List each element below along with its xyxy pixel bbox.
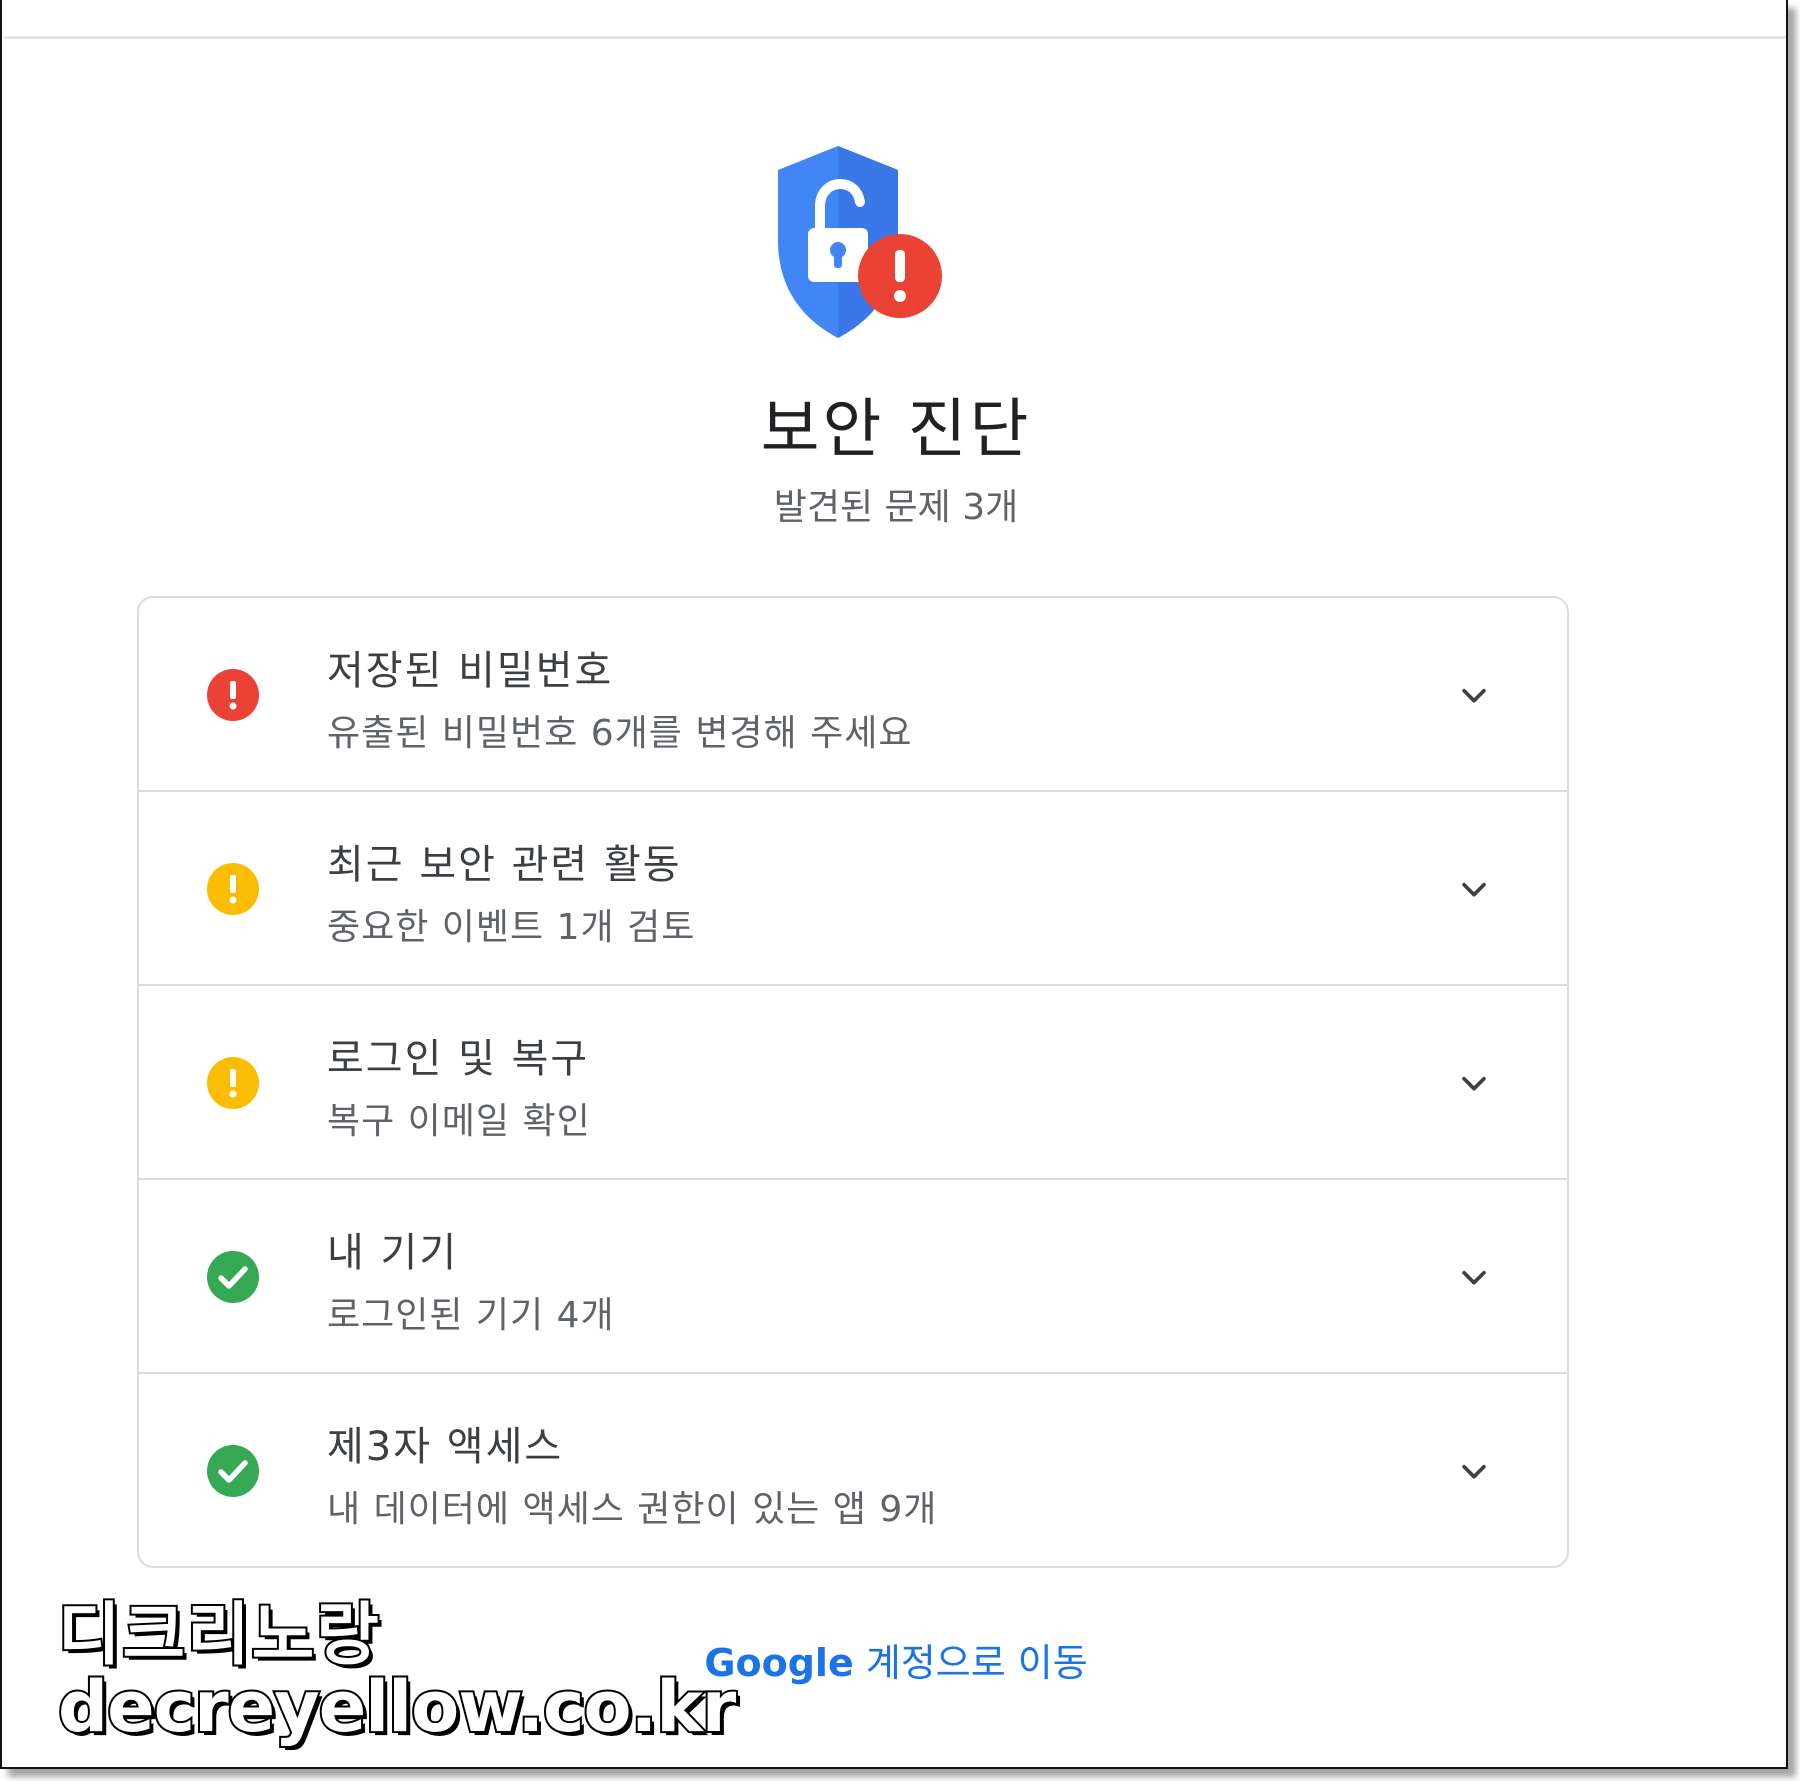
checkup-list: 저장된 비밀번호 유출된 비밀번호 6개를 변경해 주세요 최근 보안 관련 활… [137,596,1569,1568]
item-subtitle: 로그인된 기기 4개 [327,1295,615,1336]
watermark-url: decreyellow.co.kr [56,1666,738,1749]
chevron-down-icon[interactable] [1457,1260,1491,1294]
chevron-down-icon[interactable] [1457,1066,1491,1100]
item-subtitle: 복구 이메일 확인 [327,1101,591,1142]
item-title: 내 기기 [327,1230,459,1276]
watermark: 디크리노랑 decreyellow.co.kr [56,1596,738,1749]
top-divider [4,36,1786,39]
page-title: 보안 진단 [760,393,1032,467]
window-frame: 보안 진단 발견된 문제 3개 저장된 비밀번호 유출된 비밀번호 6개를 변경… [0,0,1788,1769]
item-subtitle: 중요한 이벤트 1개 검토 [327,907,696,948]
item-title: 최근 보안 관련 활동 [327,842,682,888]
green-check-icon [207,1251,259,1303]
item-title: 로그인 및 복구 [327,1036,590,1082]
item-subtitle: 유출된 비밀번호 6개를 변경해 주세요 [327,713,913,754]
yellow-warning-icon [207,863,259,915]
checkup-item-signin-recovery[interactable]: 로그인 및 복구 복구 이메일 확인 [139,986,1567,1180]
item-subtitle: 내 데이터에 액세스 권한이 있는 앱 9개 [327,1489,938,1530]
account-link-text: 계정으로 이동 [853,1641,1088,1685]
watermark-brand: 디크리노랑 [56,1596,381,1675]
page-subtitle: 발견된 문제 3개 [773,487,1019,528]
red-alert-icon [207,669,259,721]
chevron-down-icon[interactable] [1457,1454,1491,1488]
green-check-icon [207,1445,259,1497]
chevron-down-icon[interactable] [1457,678,1491,712]
checkup-item-recent-activity[interactable]: 최근 보안 관련 활동 중요한 이벤트 1개 검토 [139,792,1567,986]
item-title: 제3자 액세스 [327,1424,564,1470]
chevron-down-icon[interactable] [1457,872,1491,906]
checkup-item-saved-passwords[interactable]: 저장된 비밀번호 유출된 비밀번호 6개를 변경해 주세요 [139,598,1567,792]
checkup-item-my-devices[interactable]: 내 기기 로그인된 기기 4개 [139,1180,1567,1374]
security-shield-icon [778,146,942,338]
yellow-warning-icon [207,1057,259,1109]
item-title: 저장된 비밀번호 [327,648,614,694]
checkup-item-third-party-access[interactable]: 제3자 액세스 내 데이터에 액세스 권한이 있는 앱 9개 [139,1374,1567,1566]
